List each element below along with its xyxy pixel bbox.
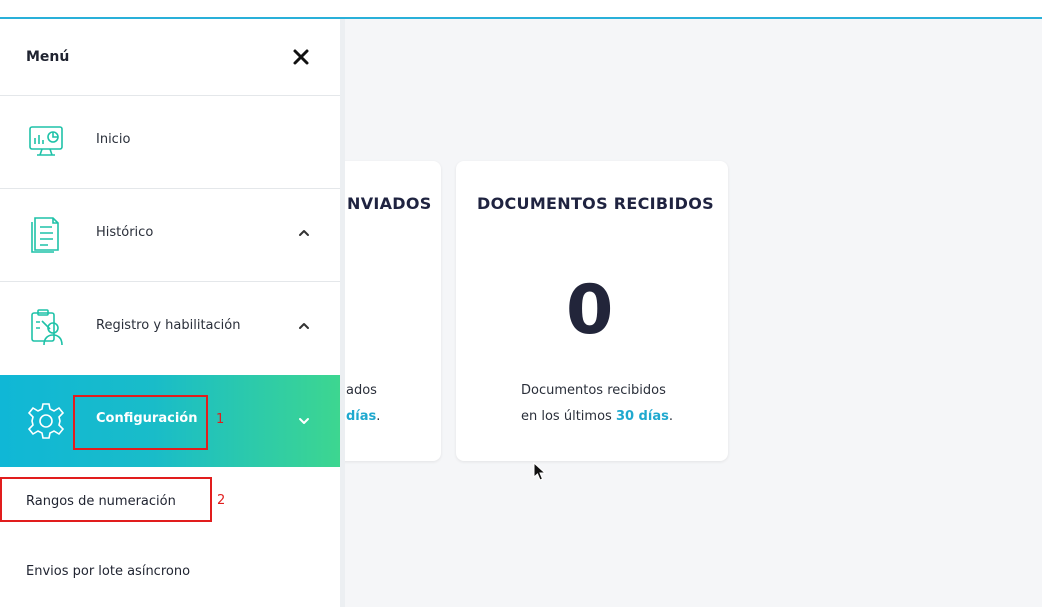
card-title: DOCUMENTOS RECIBIDOS (477, 194, 714, 213)
annotation-number-2: 2 (217, 493, 226, 508)
annotation-box-1 (73, 395, 208, 450)
menu-item-label: Inicio (96, 132, 131, 147)
side-menu-edge (340, 19, 345, 607)
card-description-line-1: Documentos recibidos (521, 383, 666, 398)
mouse-cursor-icon (533, 462, 547, 481)
card-description-line-2: en los últimos 30 días. (521, 409, 673, 424)
menu-title: Menú (26, 49, 70, 65)
top-bar (0, 0, 1042, 17)
annotation-number-1: 1 (216, 412, 225, 427)
card-line-suffix: . (668, 409, 673, 424)
menu-item-inicio[interactable]: Inicio (0, 95, 340, 187)
menu-item-label: Registro y habilitación (96, 318, 241, 333)
chevron-down-icon[interactable] (297, 414, 311, 428)
documents-received-card: DOCUMENTOS RECIBIDOS 0 Documentos recibi… (456, 161, 728, 461)
menu-item-label: Histórico (96, 225, 154, 240)
gear-icon (27, 403, 65, 439)
card-days-highlight: días (346, 409, 377, 424)
card-description-line-1: ados (346, 383, 377, 398)
documents-received-count: 0 (566, 271, 614, 350)
chevron-up-icon[interactable] (297, 226, 311, 240)
card-title: NVIADOS (347, 194, 432, 213)
menu-item-historico[interactable]: Histórico (0, 188, 340, 280)
annotation-box-2 (0, 477, 212, 522)
card-line-suffix: . (376, 409, 381, 424)
card-description-line-2: días. (346, 409, 380, 424)
submenu-item-envios-lote[interactable]: Envios por lote asíncrono (26, 564, 190, 579)
chevron-up-icon[interactable] (297, 319, 311, 333)
card-line-prefix: en los últimos (521, 409, 616, 424)
document-list-icon (31, 217, 59, 253)
card-days-highlight: 30 días (615, 409, 669, 424)
clipboard-user-icon (31, 309, 63, 346)
menu-item-registro[interactable]: Registro y habilitación (0, 281, 340, 373)
close-icon[interactable] (292, 48, 310, 66)
dashboard-monitor-icon (29, 126, 63, 156)
